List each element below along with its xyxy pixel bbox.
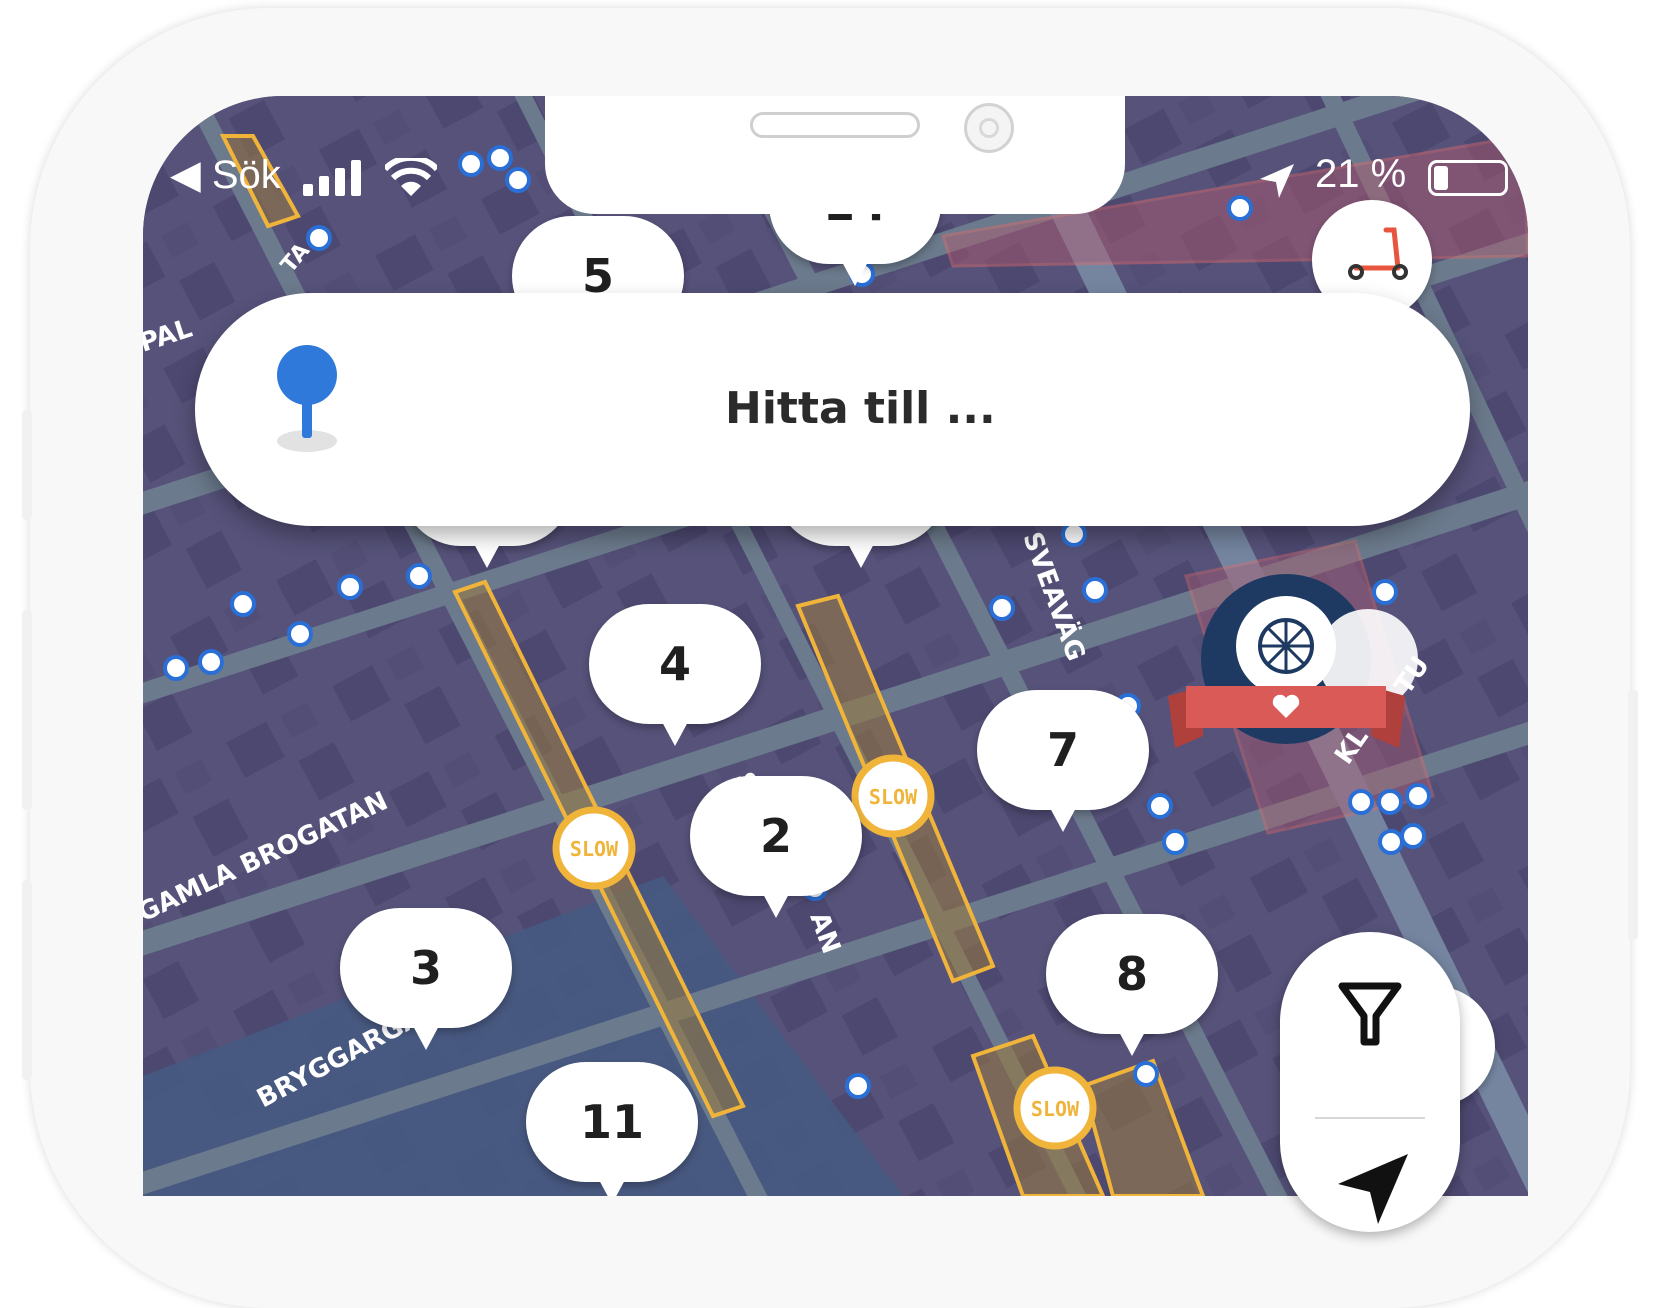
status-back-label[interactable]: ◀ Sök xyxy=(170,152,281,198)
cellular-signal-icon xyxy=(303,160,361,196)
phone-side-button-low xyxy=(22,880,32,1080)
slow-marker-2: SLOW xyxy=(851,754,935,838)
svg-text:SLOW: SLOW xyxy=(570,837,619,861)
phone-side-button-top xyxy=(22,410,32,520)
location-pin-icon xyxy=(277,345,337,452)
phone-side-button-mid xyxy=(22,610,32,810)
filter-icon[interactable] xyxy=(1338,982,1402,1046)
phone-power-button xyxy=(1628,690,1638,940)
location-arrow-icon xyxy=(1260,164,1294,198)
cluster-marker-8[interactable]: 8 xyxy=(1046,914,1218,1056)
search-bar[interactable]: Hitta till ... xyxy=(195,293,1470,526)
phone-camera xyxy=(964,103,1014,153)
navigation-arrow-icon[interactable] xyxy=(1338,1154,1408,1224)
slow-marker-3: SLOW xyxy=(1013,1066,1097,1150)
slow-marker-1: SLOW xyxy=(552,806,636,890)
control-divider xyxy=(1315,1117,1425,1119)
cluster-marker-2[interactable]: 2 xyxy=(690,776,862,918)
phone-speaker xyxy=(750,112,920,138)
wifi-icon xyxy=(385,158,437,196)
cluster-marker-7[interactable]: 7 xyxy=(977,690,1149,832)
search-placeholder: Hitta till ... xyxy=(725,383,996,434)
battery-icon xyxy=(1428,160,1508,196)
map-control-panel xyxy=(1280,932,1460,1232)
battery-percentage: 21 % xyxy=(1315,152,1407,196)
cluster-marker-4[interactable]: 4 xyxy=(589,604,761,746)
cluster-marker-3[interactable]: 3 xyxy=(340,908,512,1050)
cluster-marker-11[interactable]: 11 xyxy=(526,1062,698,1196)
svg-text:SLOW: SLOW xyxy=(1031,1097,1080,1121)
svg-text:SLOW: SLOW xyxy=(869,785,918,809)
